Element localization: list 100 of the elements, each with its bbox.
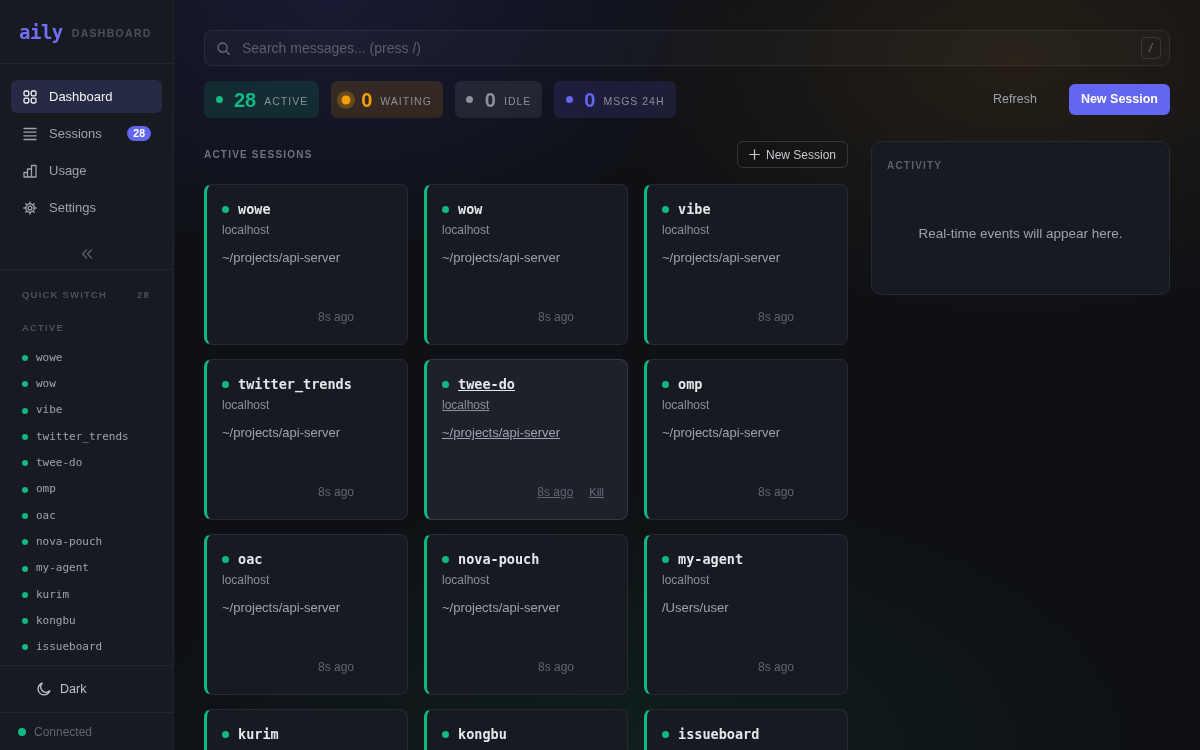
session-time: 8s ago <box>317 309 354 325</box>
session-name: kurim <box>238 725 279 743</box>
session-host: localhost <box>442 222 490 238</box>
session-name: kongbu <box>458 725 507 743</box>
quick-switch-item[interactable]: oac <box>0 502 173 530</box>
nav-link[interactable]: Dashboard <box>11 80 162 113</box>
session-name: vibe <box>678 200 711 218</box>
session-host: localhost <box>662 572 710 588</box>
status-dot-icon <box>22 460 28 467</box>
status-dot-icon <box>22 355 28 362</box>
session-time: 8s ago <box>757 484 794 500</box>
quick-switch-item[interactable]: wowe <box>0 345 173 372</box>
theme-toggle[interactable]: Dark <box>31 675 93 703</box>
stat-value: 0 <box>584 87 596 112</box>
grid-icon <box>23 89 37 104</box>
status-dot-icon <box>22 512 28 519</box>
session-time: 8s ago <box>757 309 794 325</box>
session-card[interactable]: wow localhost ~/projects/api-server 8s ago <box>424 184 628 345</box>
nav-link[interactable]: Sessions 28 <box>11 117 162 150</box>
session-card[interactable]: issueboard <box>644 709 848 750</box>
session-card[interactable]: my-agent localhost /Users/user 8s ago <box>644 534 848 695</box>
quick-switch-item[interactable]: my-agent <box>0 555 173 582</box>
session-card[interactable]: oac localhost ~/projects/api-server 8s ago <box>204 534 408 695</box>
session-time: 8s ago <box>317 484 354 500</box>
session-host: localhost <box>222 397 270 413</box>
session-path: ~/projects/api-server <box>442 424 561 442</box>
moon-icon <box>37 682 51 696</box>
stat-value: 28 <box>234 87 257 112</box>
quick-switch-item[interactable]: kurim <box>0 581 173 608</box>
session-time: 8s ago <box>537 659 574 675</box>
quick-switch-item[interactable]: twitter_trends <box>0 423 173 451</box>
section-title: ACTIVE SESSIONS <box>204 148 313 162</box>
session-time: 8s ago <box>317 659 354 675</box>
status-dot-icon <box>22 486 28 493</box>
connection-status: Connected <box>34 723 93 741</box>
session-time: 8s ago <box>757 659 794 675</box>
stat-label: ACTIVE <box>264 94 309 108</box>
session-card[interactable]: vibe localhost ~/projects/api-server 8s ago <box>644 184 848 345</box>
nav-link[interactable]: Settings <box>11 191 162 224</box>
session-host: localhost <box>662 397 710 413</box>
session-card[interactable]: twee-do localhost ~/projects/api-server 8s ago Kill <box>424 359 628 520</box>
status-dot-icon <box>22 618 28 625</box>
stat-label: IDLE <box>503 94 532 108</box>
stat-value: 0 <box>361 87 373 112</box>
quick-switch-item[interactable]: vibe <box>0 397 173 424</box>
session-card[interactable]: twitter_trends localhost ~/projects/api-server 8s ago <box>204 359 408 520</box>
status-dot-icon <box>22 644 28 651</box>
list-icon <box>23 126 37 141</box>
quick-switch-item[interactable]: wow <box>0 371 173 398</box>
refresh-button[interactable]: Refresh <box>993 86 1037 113</box>
session-count: 28 <box>137 289 150 301</box>
session-card[interactable]: nova-pouch localhost ~/projects/api-server 8s ago <box>424 534 628 695</box>
session-card[interactable]: omp localhost ~/projects/api-server 8s ago <box>644 359 848 520</box>
section-label: QUICK SWITCH <box>22 289 108 301</box>
stat-label: MSGS 24H <box>603 94 665 108</box>
session-path: ~/projects/api-server <box>222 599 341 617</box>
session-path: ~/projects/api-server <box>662 424 781 442</box>
status-dot-icon <box>22 434 28 441</box>
session-card[interactable]: kongbu <box>424 709 628 750</box>
session-path: ~/projects/api-server <box>442 599 561 617</box>
session-name: my-agent <box>678 550 744 568</box>
status-dot-icon <box>22 539 28 546</box>
session-name: twitter_trends <box>238 375 352 393</box>
session-host: localhost <box>222 572 270 588</box>
session-name: issueboard <box>678 725 760 743</box>
empty-message: Real-time events will appear here. <box>918 225 1123 243</box>
quick-switch-item[interactable]: nova-pouch <box>0 529 173 556</box>
session-time: 8s ago <box>537 484 574 500</box>
session-card[interactable]: kurim <box>204 709 408 750</box>
session-path: ~/projects/api-server <box>442 249 561 267</box>
session-host: localhost <box>442 397 490 413</box>
session-name: oac <box>238 550 263 568</box>
settings-icon <box>23 200 37 215</box>
panel-title: ACTIVITY <box>887 160 943 172</box>
logo-text: aily <box>19 20 63 43</box>
session-path: /Users/user <box>662 599 729 617</box>
stat-value: 0 <box>484 87 496 112</box>
quick-switch-item[interactable]: kongbu <box>0 607 173 635</box>
session-name: wowe <box>238 200 271 218</box>
status-dot-icon <box>22 591 28 598</box>
nav-link[interactable]: Usage <box>11 154 162 187</box>
new-session-button[interactable]: New Session <box>1068 84 1170 115</box>
session-name: nova-pouch <box>458 550 540 568</box>
bar-chart-icon <box>23 163 37 178</box>
session-path: ~/projects/api-server <box>222 424 341 442</box>
status-dot-icon <box>22 565 28 572</box>
new-session-button[interactable]: New Session <box>736 141 848 168</box>
search-icon <box>217 42 230 55</box>
group-label: ACTIVE <box>22 322 65 334</box>
status-dot-icon <box>22 407 28 414</box>
chevrons-left-icon[interactable] <box>80 249 93 259</box>
session-host: localhost <box>442 572 490 588</box>
stat-label: WAITING <box>380 94 432 108</box>
session-name: wow <box>458 200 483 218</box>
quick-switch-item[interactable]: issueboard <box>0 634 173 661</box>
status-dot-icon <box>22 381 28 388</box>
session-card[interactable]: wowe localhost ~/projects/api-server 8s ago <box>204 184 408 345</box>
quick-switch-item[interactable]: twee-do <box>0 450 173 477</box>
quick-switch-item[interactable]: omp <box>0 476 173 503</box>
count-badge: 28 <box>127 126 151 141</box>
